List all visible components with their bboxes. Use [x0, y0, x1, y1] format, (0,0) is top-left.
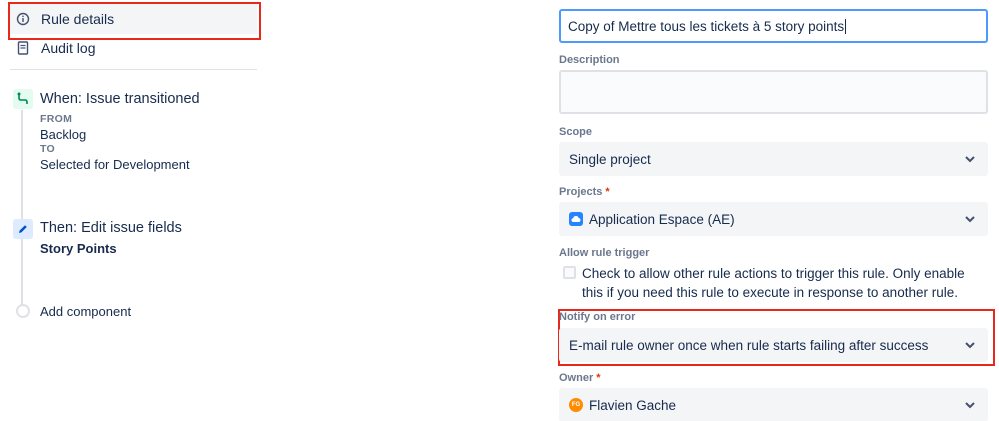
chevron-down-icon [965, 216, 975, 223]
action-title[interactable]: Then: Edit issue fields [40, 220, 182, 236]
chevron-down-icon [965, 402, 975, 409]
owner-value: Flavien Gache [589, 397, 677, 413]
nav-audit-log-label: Audit log [41, 40, 96, 56]
chevron-down-icon [965, 156, 975, 163]
required-marker: * [596, 372, 601, 384]
to-value: Selected for Development [40, 157, 190, 172]
pencil-icon [13, 219, 33, 239]
scope-select[interactable]: Single project [559, 142, 988, 176]
notify-select[interactable]: E-mail rule owner once when rule starts … [559, 328, 988, 362]
scope-label: Scope [559, 126, 593, 138]
projects-label: Projects * [559, 186, 610, 198]
from-label: FROM [40, 113, 73, 125]
required-marker: * [605, 186, 610, 198]
add-component-dot [16, 304, 30, 318]
to-label: TO [40, 143, 55, 155]
rule-name-input[interactable]: Copy of Mettre tous les tickets à 5 stor… [559, 9, 988, 43]
document-icon [16, 41, 30, 55]
chevron-down-icon [965, 342, 975, 349]
from-value: Backlog [40, 127, 87, 142]
rule-name-value: Copy of Mettre tous les tickets à 5 stor… [568, 18, 845, 34]
description-label: Description [559, 54, 620, 66]
text-caret [845, 18, 847, 34]
info-icon [16, 12, 30, 26]
divider [10, 69, 257, 70]
allow-trigger-label: Allow rule trigger [559, 247, 650, 259]
scope-value: Single project [569, 151, 651, 167]
nav-audit-log[interactable]: Audit log [10, 33, 257, 63]
projects-value: Application Espace (AE) [589, 211, 735, 227]
notify-label: Notify on error [559, 311, 636, 323]
trigger-title[interactable]: When: Issue transitioned [40, 91, 200, 107]
nav-rule-details-label: Rule details [41, 11, 115, 27]
projects-select[interactable]: Application Espace (AE) [559, 202, 988, 236]
notify-value: E-mail rule owner once when rule starts … [569, 337, 929, 353]
allow-trigger-text: Check to allow other rule actions to tri… [582, 266, 965, 300]
add-component-button[interactable]: Add component [40, 304, 131, 319]
description-input[interactable] [559, 70, 988, 114]
transition-icon [13, 89, 33, 109]
owner-label: Owner * [559, 372, 601, 384]
cloud-icon [569, 212, 583, 226]
avatar: FG [569, 398, 583, 412]
timeline-line [21, 110, 23, 310]
action-field: Story Points [40, 241, 117, 256]
owner-select[interactable]: FG Flavien Gache [559, 388, 988, 421]
nav-rule-details[interactable]: Rule details [8, 2, 261, 40]
allow-trigger-checkbox[interactable] [563, 266, 576, 279]
